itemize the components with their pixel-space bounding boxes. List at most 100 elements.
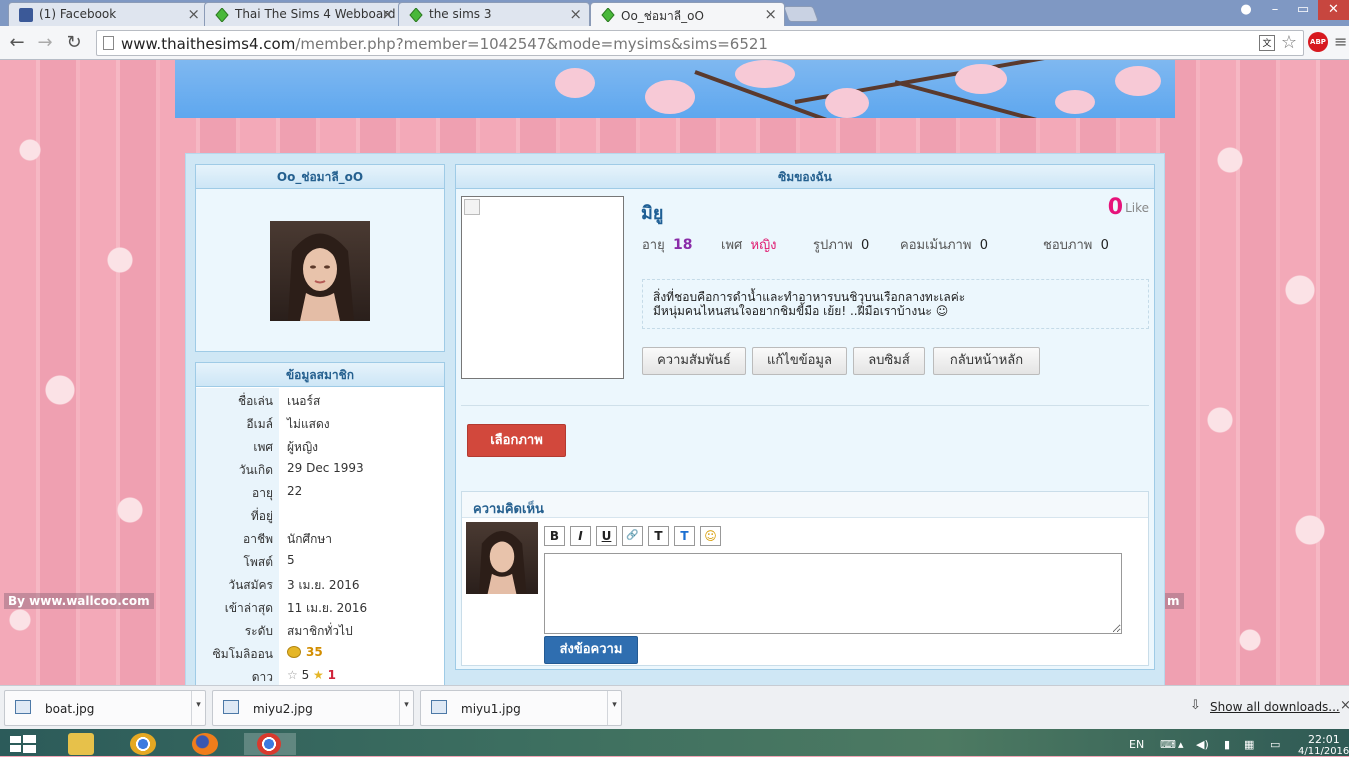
app-tray-icon[interactable]: ▦ [1244,738,1254,751]
member-info-row: อายุ 22 [196,480,444,503]
forward-arrow-icon[interactable]: → [34,32,56,54]
italic-button[interactable]: I [570,526,591,546]
member-info-row: ที่อยู่ [196,503,444,526]
font-size-button[interactable]: T [648,526,669,546]
chevron-down-icon[interactable]: ▾ [607,691,621,725]
bookmark-star-icon[interactable]: ☆ [1281,32,1297,53]
tab-active-profile[interactable]: Oo_ช่อมาลี_oO × [590,2,785,26]
download-item[interactable]: boat.jpg ▾ [4,690,206,726]
stat-age-value: 18 [673,237,693,253]
sims-plumbob-icon [215,7,229,23]
notification-icon[interactable]: ▭ [1270,738,1280,751]
back-home-button[interactable]: กลับหน้าหลัก [933,347,1040,375]
image-file-icon [431,700,447,714]
language-indicator[interactable]: EN [1129,738,1144,751]
member-info-label: ระดับ [244,624,273,638]
image-file-icon [223,700,239,714]
chevron-down-icon[interactable]: ▾ [191,691,205,725]
volume-icon[interactable]: ◀) [1196,738,1209,751]
member-info-row: ระดับ สมาชิกทั่วไป [196,618,444,641]
send-message-button[interactable]: ส่งข้อความ [544,636,638,664]
member-info-row: ดาว ☆ 5 ★ 1 [196,664,444,687]
delete-sim-button[interactable]: ลบซิมส์ [853,347,925,375]
chrome-icon[interactable] [130,733,156,755]
browser-toolbar: ← → ↻ www.thaithesims4.com/member.php?me… [0,26,1349,60]
address-bar[interactable]: www.thaithesims4.com/member.php?member=1… [96,30,1304,56]
close-tab-icon[interactable]: × [187,5,200,23]
member-info-row: โพสต์ 5 [196,549,444,572]
stat-photos-value: 0 [860,238,870,253]
bold-button[interactable]: B [544,526,565,546]
like-count: 0 [1107,195,1124,220]
underline-button[interactable]: U [596,526,617,546]
profile-card: Oo_ช่อมาลี_oO [195,164,445,352]
reload-icon[interactable]: ↻ [63,32,85,54]
clock-date[interactable]: 4/11/2016 [1298,746,1349,757]
member-info-value: 3 เม.ย. 2016 [287,578,360,592]
stat-gender-value: หญิง [750,238,777,253]
link-button[interactable]: 🔗 [622,526,643,546]
tab-title: the sims 3 [429,7,492,21]
font-color-button[interactable]: T [674,526,695,546]
sim-bio: สิ่งที่ชอบคือการดำน้ำและทำอาหารบนชิวุบนเ… [642,279,1149,329]
member-info-row: วันเกิด 29 Dec 1993 [196,457,444,480]
clock-time[interactable]: 22:01 [1308,733,1340,746]
member-info-label: เพศ [253,440,273,454]
comment-textarea[interactable] [544,553,1122,634]
member-info-row: ซิมโมลิออน 35 [196,641,444,664]
tab-facebook[interactable]: (1) Facebook × [8,2,208,26]
sims-plumbob-icon [409,7,423,23]
translate-icon[interactable]: 文 [1259,35,1275,51]
close-window-button[interactable]: ✕ [1318,0,1349,20]
tab-sims3[interactable]: the sims 3 × [398,2,590,26]
menu-icon[interactable]: ≡ [1334,32,1347,54]
chrome-active-task[interactable] [244,733,296,755]
tab-webboard[interactable]: Thai The Sims 4 Webboard × [204,2,402,26]
windows-start-icon[interactable] [10,735,36,753]
sim-photo[interactable] [461,196,624,379]
member-info-value: 35 [287,645,323,659]
network-icon[interactable]: ▮ [1224,738,1230,751]
wallpaper-watermark-right: m [1163,593,1184,609]
image-file-icon [15,700,31,714]
edit-info-button[interactable]: แก้ไขข้อมูล [752,347,847,375]
close-tab-icon[interactable]: × [381,5,394,23]
downloads-bar: boat.jpg ▾ miyu2.jpg ▾ miyu1.jpg ▾ ⇩ Show a… [0,685,1349,729]
comment-box: ความคิดเห็น B I U 🔗 T T ☺ ส่งข้อความ [461,491,1149,666]
member-info-heading: ข้อมูลสมาชิก [196,363,444,387]
download-item[interactable]: miyu1.jpg ▾ [420,690,622,726]
minimize-button[interactable]: – [1262,0,1288,20]
like-counter[interactable]: 0 Like [1108,195,1149,220]
my-sims-heading: ซิมของฉัน [456,165,1154,189]
choose-image-button[interactable]: เลือกภาพ [467,424,566,457]
bio-line: สิ่งที่ชอบคือการดำน้ำและทำอาหารบนชิวุบนเ… [653,290,966,304]
stat-comments-label: คอมเม้นภาพ [900,238,972,253]
broken-image-icon [464,199,480,215]
divider [461,405,1149,406]
download-item[interactable]: miyu2.jpg ▾ [212,690,414,726]
tray-arrow-icon[interactable]: ▴ [1178,738,1184,751]
show-all-downloads-link[interactable]: Show all downloads... [1210,700,1340,714]
firefox-icon[interactable] [192,733,218,755]
close-tab-icon[interactable]: × [764,5,777,23]
member-info-value: เนอร์ส [287,394,321,408]
maximize-button[interactable]: ▭ [1290,0,1316,20]
member-info-value: ผู้หญิง [287,440,319,454]
adblock-icon[interactable]: ABP [1308,32,1328,52]
stat-photos: รูปภาพ 0 [813,234,869,255]
close-downloads-icon[interactable]: × [1340,698,1349,713]
emoji-button[interactable]: ☺ [700,526,721,546]
back-arrow-icon[interactable]: ← [6,32,28,54]
member-info-row: เข้าล่าสุด 11 เม.ย. 2016 [196,595,444,618]
member-avatar[interactable] [270,221,370,321]
stat-photos-label: รูปภาพ [813,238,853,253]
keyboard-icon[interactable]: ⌨ [1160,738,1176,751]
stat-comments-value: 0 [979,238,988,253]
relations-button[interactable]: ความสัมพันธ์ [642,347,746,375]
user-icon[interactable]: ● [1234,0,1258,20]
close-tab-icon[interactable]: × [569,5,582,23]
new-tab-button[interactable] [783,6,819,22]
file-explorer-icon[interactable] [68,733,94,755]
download-icon: ⇩ [1190,698,1201,713]
chevron-down-icon[interactable]: ▾ [399,691,413,725]
